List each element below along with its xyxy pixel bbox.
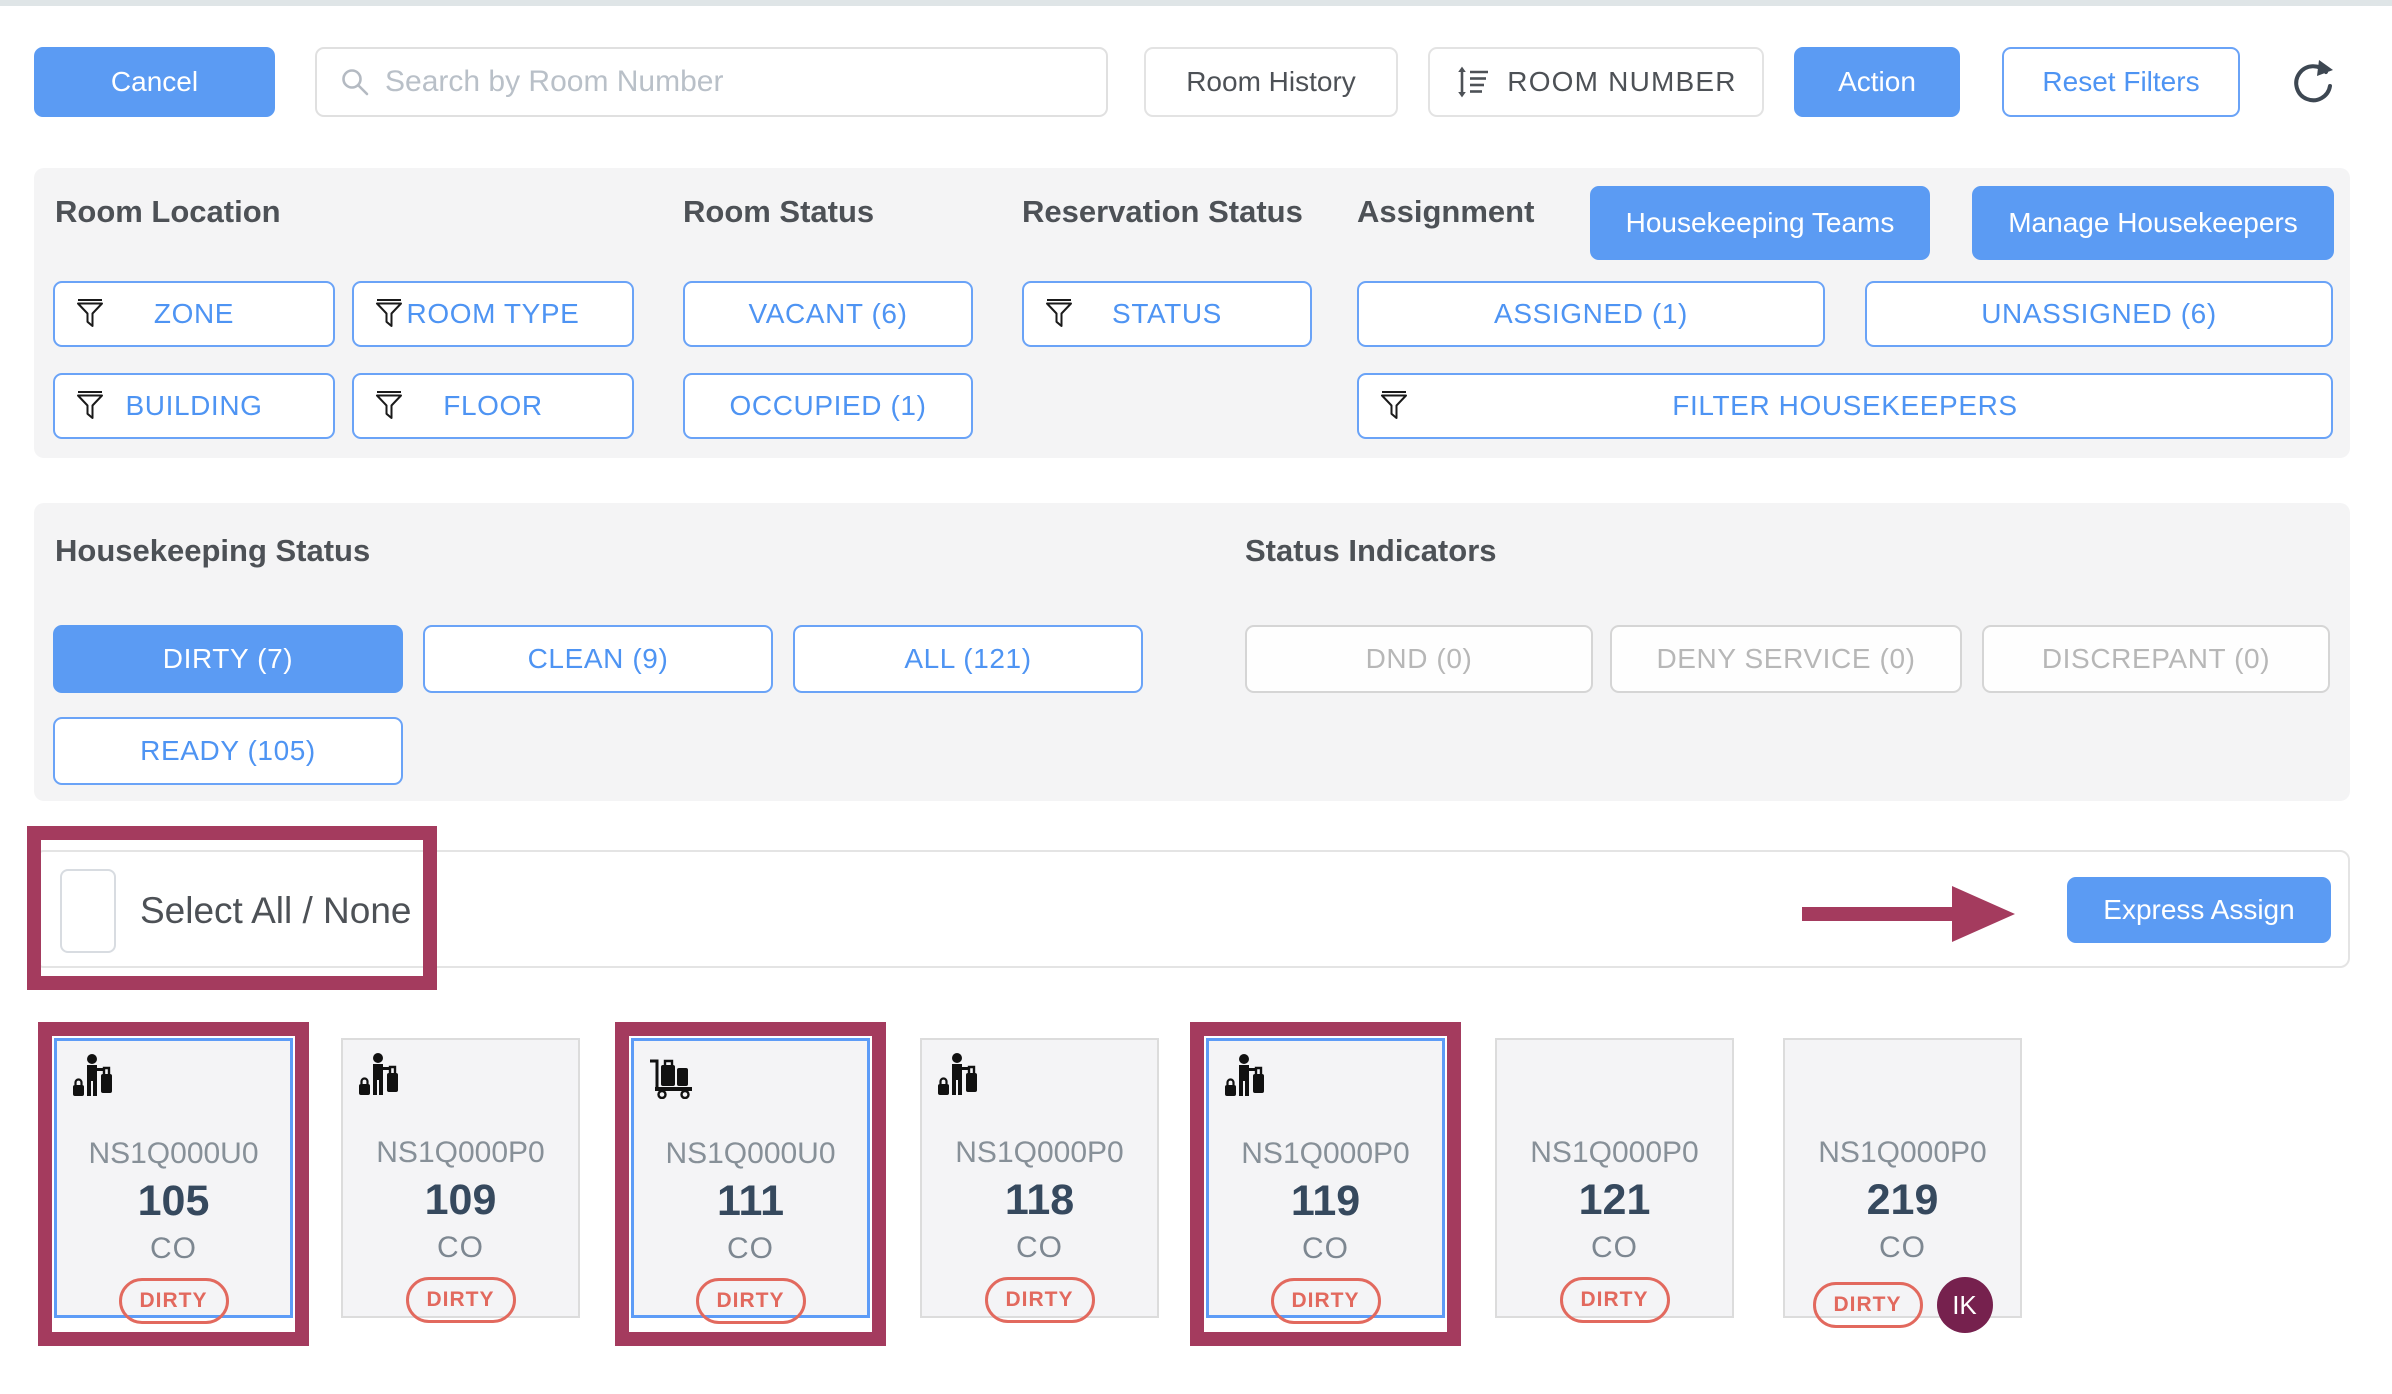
sort-label: ROOM NUMBER	[1507, 66, 1736, 98]
room-status-label: Room Status	[683, 194, 874, 230]
room-card-111[interactable]: NS1Q000U0 111 CO DIRTY	[631, 1038, 870, 1318]
search-room-input[interactable]	[385, 65, 1106, 99]
deny-service-indicator-button[interactable]: DENY SERVICE (0)	[1610, 625, 1962, 693]
room-location-label: Room Location	[55, 194, 281, 230]
room-type-code: NS1Q000P0	[1497, 1136, 1732, 1170]
clean-filter-button[interactable]: CLEAN (9)	[423, 625, 773, 693]
guest-with-luggage-icon	[71, 1053, 119, 1099]
room-type-filter-button[interactable]: ROOM TYPE	[352, 281, 634, 347]
housekeeping-management-page: Cancel Room History ROOM NUMBER Action R…	[0, 0, 2392, 1394]
housekeeping-teams-button[interactable]: Housekeeping Teams	[1590, 186, 1930, 260]
guest-with-luggage-icon	[1223, 1053, 1271, 1099]
room-number: 105	[57, 1177, 290, 1226]
filter-funnel-icon	[75, 297, 105, 331]
room-number: 119	[1209, 1177, 1442, 1226]
filter-funnel-icon	[1379, 389, 1409, 423]
ik-housekeeper-badge: IK	[1937, 1277, 1993, 1333]
filter-housekeepers-label: FILTER HOUSEKEEPERS	[1672, 390, 2017, 422]
cancel-button[interactable]: Cancel	[34, 47, 275, 117]
dirty-status-badge: DIRTY	[1560, 1277, 1670, 1323]
assignment-label: Assignment	[1357, 194, 1534, 230]
room-type-label: ROOM TYPE	[407, 298, 580, 330]
search-room-input-wrapper	[315, 47, 1108, 117]
top-strip	[0, 0, 2392, 6]
ready-filter-button[interactable]: READY (105)	[53, 717, 403, 785]
manage-housekeepers-button[interactable]: Manage Housekeepers	[1972, 186, 2334, 260]
luggage-cart-icon	[648, 1053, 698, 1099]
dirty-status-badge: DIRTY	[119, 1278, 229, 1324]
reset-filters-button[interactable]: Reset Filters	[2002, 47, 2240, 117]
filter-panel: Room Location Room Status Reservation St…	[34, 168, 2350, 458]
annotation-arrow	[1802, 884, 2017, 944]
room-card-119[interactable]: NS1Q000P0 119 CO DIRTY	[1206, 1038, 1445, 1318]
status-indicators-label: Status Indicators	[1245, 533, 1497, 569]
room-number: 121	[1497, 1176, 1732, 1225]
filter-funnel-icon	[374, 297, 404, 331]
room-type-code: NS1Q000P0	[343, 1136, 578, 1170]
selection-bar: Select All / None Express Assign	[34, 850, 2350, 968]
dirty-status-badge: DIRTY	[696, 1278, 806, 1324]
housekeeping-status-panel: Housekeeping Status Status Indicators DI…	[34, 503, 2350, 801]
reservation-code: CO	[1497, 1231, 1732, 1265]
guest-with-luggage-icon	[936, 1052, 984, 1098]
dnd-indicator-button[interactable]: DND (0)	[1245, 625, 1593, 693]
refresh-icon[interactable]	[2286, 55, 2338, 109]
discrepant-indicator-button[interactable]: DISCREPANT (0)	[1982, 625, 2330, 693]
room-card-121[interactable]: NS1Q000P0 121 CO DIRTY	[1495, 1038, 1734, 1318]
express-assign-button[interactable]: Express Assign	[2067, 877, 2331, 943]
sort-room-number-button[interactable]: ROOM NUMBER	[1428, 47, 1764, 117]
floor-filter-button[interactable]: FLOOR	[352, 373, 634, 439]
reservation-status-label: Reservation Status	[1022, 194, 1303, 230]
room-number: 118	[922, 1176, 1157, 1225]
occupied-filter-button[interactable]: OCCUPIED (1)	[683, 373, 973, 439]
unassigned-filter-button[interactable]: UNASSIGNED (6)	[1865, 281, 2333, 347]
vacant-filter-button[interactable]: VACANT (6)	[683, 281, 973, 347]
dirty-status-badge: DIRTY	[406, 1277, 516, 1323]
reservation-code: CO	[1785, 1231, 2020, 1265]
filter-funnel-icon	[1044, 297, 1074, 331]
reservation-code: CO	[343, 1231, 578, 1265]
status-label: STATUS	[1112, 298, 1222, 330]
reservation-code: CO	[1209, 1232, 1442, 1266]
reservation-code: CO	[922, 1231, 1157, 1265]
dirty-status-badge: DIRTY	[985, 1277, 1095, 1323]
room-number: 109	[343, 1176, 578, 1225]
building-filter-button[interactable]: BUILDING	[53, 373, 335, 439]
zone-label: ZONE	[154, 298, 234, 330]
select-all-checkbox[interactable]	[60, 869, 116, 953]
filter-funnel-icon	[374, 389, 404, 423]
dirty-status-badge: DIRTY	[1271, 1278, 1381, 1324]
search-icon	[339, 66, 371, 98]
select-all-label: Select All / None	[140, 852, 411, 970]
room-type-code: NS1Q000P0	[922, 1136, 1157, 1170]
guest-with-luggage-icon	[357, 1052, 405, 1098]
action-button[interactable]: Action	[1794, 47, 1960, 117]
room-type-code: NS1Q000P0	[1785, 1136, 2020, 1170]
building-label: BUILDING	[125, 390, 262, 422]
room-card-105[interactable]: NS1Q000U0 105 CO DIRTY	[54, 1038, 293, 1318]
dirty-status-badge: DIRTY	[1813, 1282, 1923, 1328]
filter-funnel-icon	[75, 389, 105, 423]
floor-label: FLOOR	[443, 390, 542, 422]
room-history-button[interactable]: Room History	[1144, 47, 1398, 117]
dirty-filter-button[interactable]: DIRTY (7)	[53, 625, 403, 693]
filter-housekeepers-button[interactable]: FILTER HOUSEKEEPERS	[1357, 373, 2333, 439]
room-type-code: NS1Q000U0	[634, 1137, 867, 1171]
reservation-code: CO	[634, 1232, 867, 1266]
room-type-code: NS1Q000P0	[1209, 1137, 1442, 1171]
sort-icon	[1455, 64, 1491, 100]
zone-filter-button[interactable]: ZONE	[53, 281, 335, 347]
room-number: 219	[1785, 1176, 2020, 1225]
room-card-109[interactable]: NS1Q000P0 109 CO DIRTY	[341, 1038, 580, 1318]
room-type-code: NS1Q000U0	[57, 1137, 290, 1171]
assigned-filter-button[interactable]: ASSIGNED (1)	[1357, 281, 1825, 347]
housekeeping-status-label: Housekeeping Status	[55, 533, 370, 569]
all-filter-button[interactable]: ALL (121)	[793, 625, 1143, 693]
room-card-118[interactable]: NS1Q000P0 118 CO DIRTY	[920, 1038, 1159, 1318]
status-filter-button[interactable]: STATUS	[1022, 281, 1312, 347]
room-number: 111	[634, 1177, 867, 1226]
room-card-219[interactable]: NS1Q000P0 219 CO DIRTY IK	[1783, 1038, 2022, 1318]
reservation-code: CO	[57, 1232, 290, 1266]
